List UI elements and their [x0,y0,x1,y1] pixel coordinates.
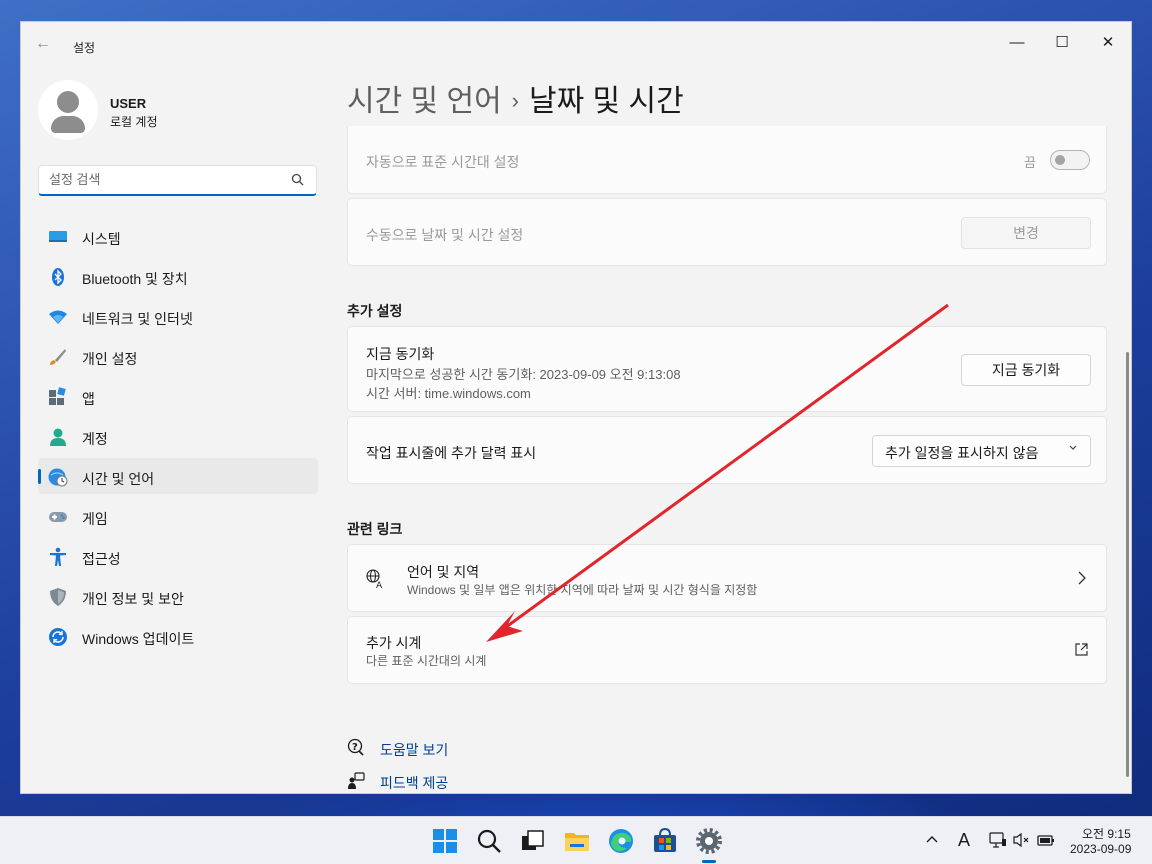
taskbar-search-icon[interactable] [474,826,504,856]
store-icon[interactable] [650,826,680,856]
battery-icon[interactable] [1036,830,1056,860]
ime-indicator[interactable]: A [958,830,970,851]
file-explorer-icon[interactable] [562,826,592,856]
settings-gear-icon[interactable] [694,826,724,856]
display-icon[interactable] [988,830,1008,860]
speaker-muted-icon[interactable] [1012,830,1032,860]
clock-date[interactable]: 2023-09-09 [1070,842,1131,856]
taskbar: A 오전 9:15 2023-09-09 [0,816,1152,864]
chevron-up-icon[interactable] [922,829,942,859]
task-view-icon[interactable] [518,826,548,856]
clock-time[interactable]: 오전 9:15 [1082,825,1131,842]
active-app-indicator [702,860,716,863]
windows-start-icon[interactable] [430,826,460,856]
edge-icon[interactable] [606,826,636,856]
annotation-arrow [486,303,949,642]
